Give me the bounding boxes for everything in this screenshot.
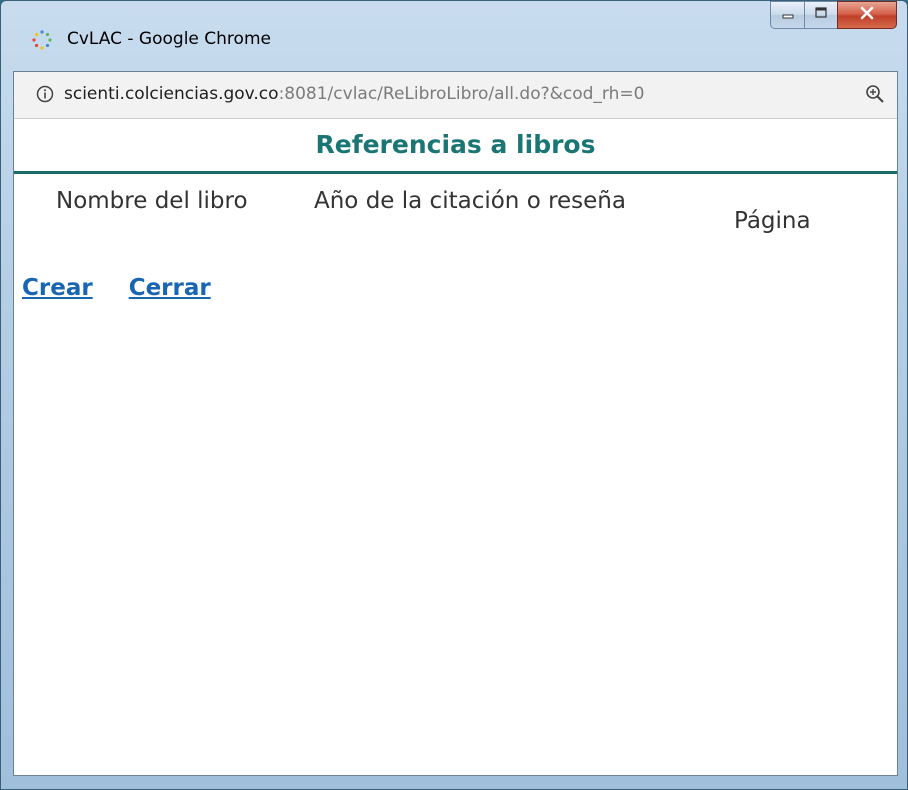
close-window-button[interactable] bbox=[837, 1, 897, 29]
maximize-icon bbox=[814, 6, 828, 24]
window-title: CvLAC - Google Chrome bbox=[67, 29, 271, 49]
browser-window: CvLAC - Google Chrome scienti.colciencia… bbox=[0, 0, 908, 790]
close-icon bbox=[859, 6, 875, 25]
table-header: Nombre del libro Año de la citación o re… bbox=[14, 174, 897, 284]
url-path: :8081/cvlac/ReLibroLibro/all.do?&cod_rh=… bbox=[278, 84, 645, 104]
zoom-icon[interactable] bbox=[865, 84, 885, 104]
action-links: Crear Cerrar bbox=[22, 275, 247, 301]
address-bar[interactable]: scienti.colciencias.gov.co:8081/cvlac/Re… bbox=[14, 72, 897, 119]
info-icon[interactable] bbox=[36, 85, 54, 103]
page-title: Referencias a libros bbox=[14, 119, 897, 174]
column-header-citation-year: Año de la citación o reseña bbox=[314, 188, 626, 214]
maximize-button[interactable] bbox=[804, 1, 837, 29]
url-text[interactable]: scienti.colciencias.gov.co:8081/cvlac/Re… bbox=[64, 84, 849, 104]
caption-buttons bbox=[770, 1, 897, 31]
minimize-icon bbox=[781, 6, 795, 24]
close-link[interactable]: Cerrar bbox=[129, 275, 211, 301]
chrome-loading-spinner-icon bbox=[31, 29, 53, 51]
create-link[interactable]: Crear bbox=[22, 275, 93, 301]
browser-content-area: scienti.colciencias.gov.co:8081/cvlac/Re… bbox=[13, 71, 898, 776]
page: Referencias a libros Nombre del libro Añ… bbox=[14, 119, 897, 775]
column-header-page: Página bbox=[734, 208, 811, 234]
title-bar[interactable]: CvLAC - Google Chrome bbox=[1, 1, 907, 71]
column-header-book-name: Nombre del libro bbox=[56, 188, 248, 214]
minimize-button[interactable] bbox=[770, 1, 804, 29]
url-host: scienti.colciencias.gov.co bbox=[64, 84, 279, 104]
